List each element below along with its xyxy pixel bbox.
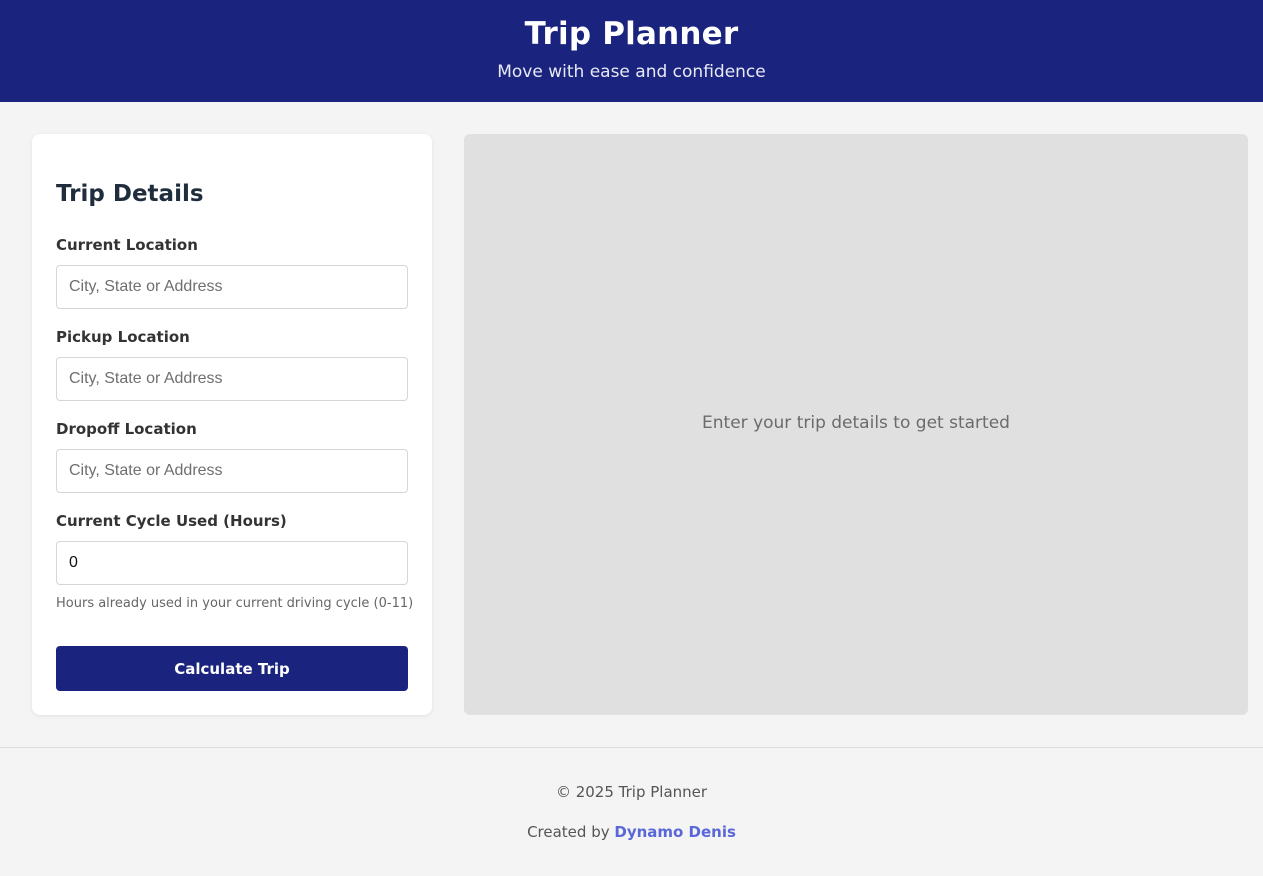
footer-credit: Created by Dynamo Denis (0, 823, 1263, 841)
footer-divider (0, 747, 1263, 748)
trip-details-form: Trip Details Current Location Pickup Loc… (32, 134, 432, 715)
pickup-location-label: Pickup Location (56, 328, 190, 346)
app-subtitle: Move with ease and confidence (497, 62, 766, 82)
dropoff-location-label: Dropoff Location (56, 420, 197, 438)
form-heading: Trip Details (56, 181, 204, 207)
trip-results-panel: Enter your trip details to get started (464, 134, 1248, 715)
app-header: Trip Planner Move with ease and confiden… (0, 0, 1263, 102)
current-location-input[interactable] (56, 265, 408, 309)
calculate-trip-button[interactable]: Calculate Trip (56, 646, 408, 691)
app-title: Trip Planner (524, 16, 739, 52)
current-location-label: Current Location (56, 236, 198, 254)
dropoff-location-input[interactable] (56, 449, 408, 493)
cycle-used-input[interactable] (56, 541, 408, 585)
cycle-used-hint: Hours already used in your current drivi… (56, 596, 414, 611)
results-placeholder-text: Enter your trip details to get started (702, 413, 1010, 433)
author-link[interactable]: Dynamo Denis (614, 823, 736, 841)
pickup-location-input[interactable] (56, 357, 408, 401)
cycle-used-label: Current Cycle Used (Hours) (56, 512, 287, 530)
footer-copyright: © 2025 Trip Planner (555, 783, 708, 801)
footer-credit-prefix: Created by (527, 823, 615, 841)
